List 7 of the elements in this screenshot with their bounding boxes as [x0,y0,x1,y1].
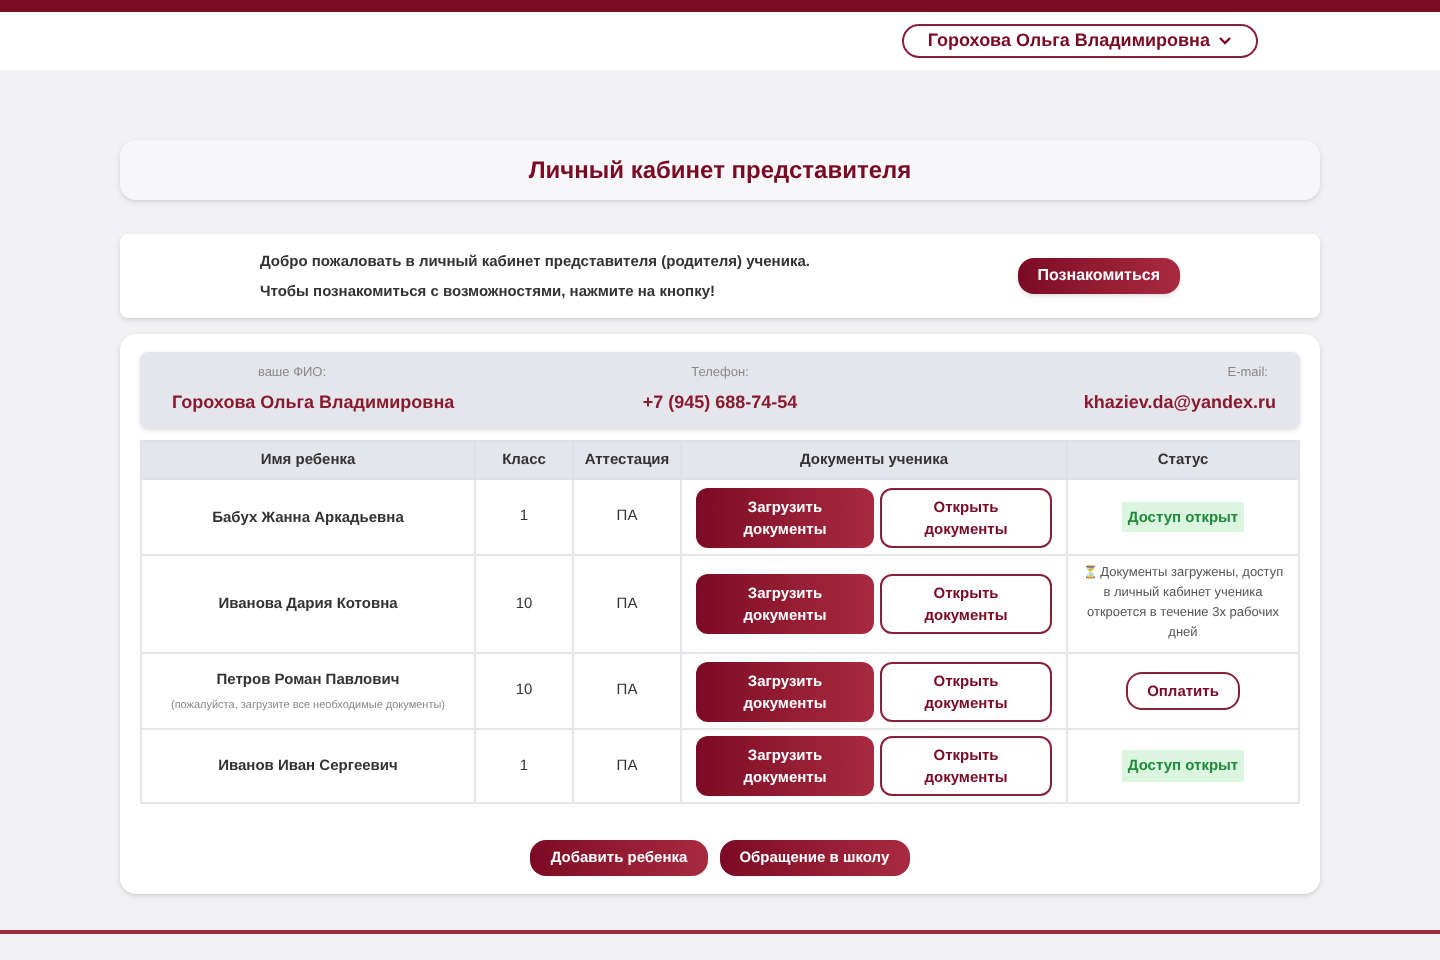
field-value: Горохова Ольга Владимировна [172,389,455,416]
user-menu-button[interactable]: Горохова Ольга Владимировна [901,24,1258,58]
page-title: Личный кабинет представителя [528,154,912,188]
field-value: khaziev.da@yandex.ru [1083,389,1276,416]
chevron-icon [1218,36,1232,46]
intro-button[interactable]: Познакомиться [1017,258,1180,294]
field-value: +7 (945) 688-74-54 [642,389,798,416]
